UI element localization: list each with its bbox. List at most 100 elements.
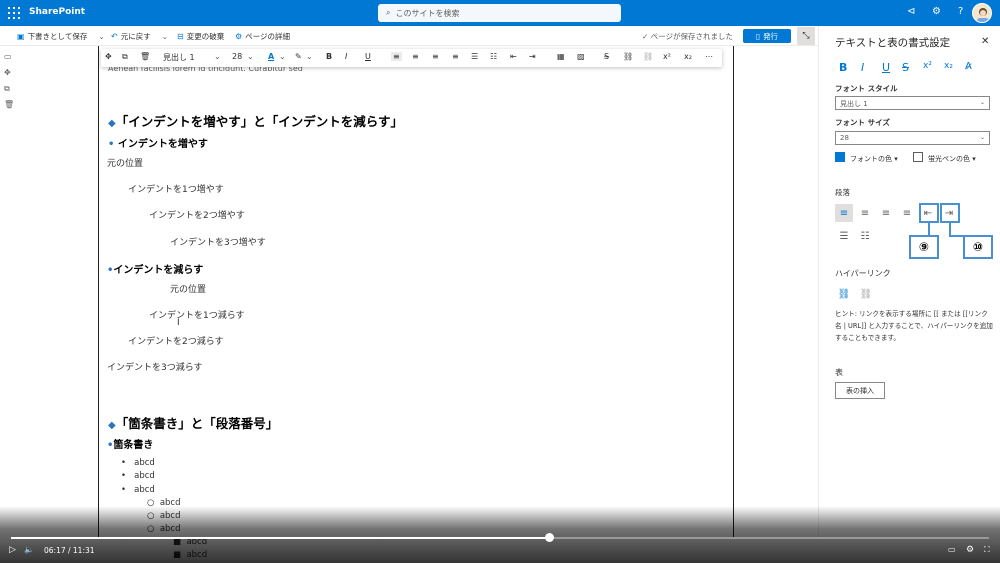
publish-button[interactable]: ▯ 発行 <box>743 29 791 43</box>
chevron-down-icon[interactable]: ⌄ <box>98 32 104 41</box>
playback-time: 06:17 / 11:31 <box>44 546 95 555</box>
font-size-label: フォント サイズ <box>835 118 890 127</box>
strikethrough-icon[interactable]: S <box>902 61 909 74</box>
table-icon[interactable]: ▦ <box>557 52 565 61</box>
publish-label: 発行 <box>763 31 779 41</box>
indent-minus-1-text: インデントを1つ減らす <box>149 311 245 321</box>
numbered-list-icon[interactable]: ☷ <box>490 52 497 61</box>
decrease-indent-icon[interactable]: ⇤ <box>510 52 517 61</box>
indent-minus-2-text: インデントを2つ減らす <box>128 337 224 347</box>
bullet-list-icon[interactable]: ☰ <box>471 52 478 61</box>
play-icon[interactable]: ▷ <box>9 545 16 555</box>
volume-icon[interactable]: 🔈 <box>24 545 34 554</box>
justify-icon[interactable]: ≡ <box>898 204 916 222</box>
bullet-list-icon[interactable]: ☰ <box>835 227 853 245</box>
seek-thumb[interactable] <box>544 533 554 542</box>
move-icon[interactable]: ✥ <box>105 52 112 61</box>
font-style-label: フォント スタイル <box>835 84 898 93</box>
strikethrough-icon[interactable]: S̶ <box>604 52 609 61</box>
settings-icon[interactable]: ⚙ <box>966 545 974 555</box>
diamond-icon: ◆ <box>108 420 116 431</box>
unlink-icon[interactable]: ⛓ <box>643 52 653 61</box>
numbered-list-icon[interactable]: ☷ <box>856 227 874 245</box>
superscript-icon[interactable]: x² <box>923 61 932 71</box>
chevron-down-icon[interactable]: ⌄ <box>247 52 254 61</box>
text-web-part[interactable]: Aenean facilisis lorem id tincidunt. Cur… <box>107 0 727 563</box>
font-color-label[interactable]: フォントの色 ▾ <box>850 154 898 164</box>
left-toolbox: ▭ ✥ ⧉ 🗑 <box>0 46 18 537</box>
align-left-icon[interactable]: ≡ <box>835 204 853 222</box>
megaphone-icon[interactable]: ⊲ <box>907 6 915 17</box>
fullscreen-icon[interactable]: ⛶ <box>984 545 990 555</box>
list-item: • abcd <box>121 458 155 468</box>
increase-indent-icon[interactable]: ⇥ <box>529 52 536 61</box>
align-center-icon[interactable]: ≡ <box>412 52 419 61</box>
superscript-icon[interactable]: x² <box>663 52 671 61</box>
heading-increase: • インデントを増やす <box>108 135 208 150</box>
gear-icon[interactable]: ⚙ <box>932 6 941 17</box>
callout-frame-decrease <box>919 203 939 223</box>
underline-icon[interactable]: U <box>882 61 890 74</box>
list-item: • abcd <box>121 471 155 481</box>
close-icon[interactable]: ✕ <box>981 36 989 47</box>
callout-frame-increase <box>940 203 960 223</box>
font-style-value: 見出し 1 <box>840 100 868 108</box>
insert-table-button[interactable]: 表の挿入 <box>835 382 885 399</box>
highlight-color-label[interactable]: 蛍光ペンの色 ▾ <box>928 154 976 164</box>
duplicate-icon[interactable]: ⧉ <box>122 52 128 62</box>
highlight-icon[interactable]: ✎ <box>295 52 302 61</box>
link-icon[interactable]: ⛓ <box>835 285 853 303</box>
save-draft-button[interactable]: ▣ 下書きとして保存 ⌄ <box>17 31 105 42</box>
seek-bar[interactable] <box>11 537 989 539</box>
font-size-dropdown[interactable]: 28 ⌄ <box>835 131 990 145</box>
font-size-dropdown[interactable]: 28 <box>232 52 242 61</box>
delete-icon[interactable]: 🗑 <box>140 52 150 61</box>
underline-icon[interactable]: U <box>365 52 371 61</box>
captions-icon[interactable]: ▭ <box>948 545 956 554</box>
image-icon[interactable]: ▨ <box>577 52 585 61</box>
link-icon[interactable]: ⛓ <box>623 52 633 61</box>
hyperlink-label: ハイパーリンク <box>835 269 891 278</box>
subscript-icon[interactable]: x₂ <box>684 52 692 61</box>
clear-format-icon[interactable]: A̷ <box>965 61 972 72</box>
save-draft-label: 下書きとして保存 <box>27 32 88 41</box>
heading-bullets: •箇条書き <box>107 436 153 451</box>
rich-text-toolbar: ✥ ⧉ 🗑 見出し 1 ⌄ 28 ⌄ A ⌄ ✎ ⌄ B I U ≡ ≡ ≡ ≡… <box>101 49 722 67</box>
delete-icon[interactable]: 🗑 <box>4 100 14 109</box>
chevron-down-icon[interactable]: ⌄ <box>306 52 313 61</box>
bold-icon[interactable]: B <box>326 52 332 61</box>
font-style-dropdown[interactable]: 見出し 1 ⌄ <box>835 96 990 110</box>
bold-icon[interactable]: B <box>839 61 847 74</box>
collapse-panel-button[interactable]: ⤡ <box>797 27 815 45</box>
callout-9: ⑨ <box>909 235 939 259</box>
style-dropdown[interactable]: 見出し 1 <box>163 52 195 63</box>
align-right-icon[interactable]: ≡ <box>432 52 439 61</box>
heading-indent: ◆「インデントを増やす」と「インデントを減らす」 <box>108 111 403 130</box>
subscript-icon[interactable]: x₂ <box>944 61 953 71</box>
font-color-swatch[interactable] <box>835 152 845 162</box>
avatar[interactable] <box>972 3 992 23</box>
section-border-right <box>733 46 734 537</box>
font-color-icon[interactable]: A <box>268 52 274 61</box>
comment-icon[interactable]: ▭ <box>4 52 12 61</box>
duplicate-icon[interactable]: ⧉ <box>4 84 10 94</box>
align-left-icon[interactable]: ≡ <box>391 52 402 61</box>
app-name[interactable]: SharePoint <box>29 7 85 17</box>
chevron-down-icon[interactable]: ⌄ <box>214 52 221 61</box>
highlight-color-swatch[interactable] <box>913 152 923 162</box>
chevron-down-icon[interactable]: ⌄ <box>279 52 286 61</box>
align-right-icon[interactable]: ≡ <box>877 204 895 222</box>
more-icon[interactable]: ⋯ <box>705 52 713 61</box>
original-position-text-2: 元の位置 <box>170 285 207 295</box>
unlink-icon[interactable]: ⛓ <box>857 285 875 303</box>
move-icon[interactable]: ✥ <box>4 68 11 77</box>
indent-minus-3-text: インデントを3つ減らす <box>107 363 203 373</box>
heading-list-text: 「箇条書き」と「段落番号」 <box>115 416 279 431</box>
justify-icon[interactable]: ≡ <box>452 52 459 61</box>
italic-icon[interactable]: I <box>345 52 347 61</box>
app-launcher-icon[interactable] <box>8 7 20 19</box>
heading-increase-text: インデントを増やす <box>117 139 208 150</box>
help-icon[interactable]: ? <box>958 6 963 17</box>
italic-icon[interactable]: I <box>861 61 864 74</box>
align-center-icon[interactable]: ≡ <box>856 204 874 222</box>
